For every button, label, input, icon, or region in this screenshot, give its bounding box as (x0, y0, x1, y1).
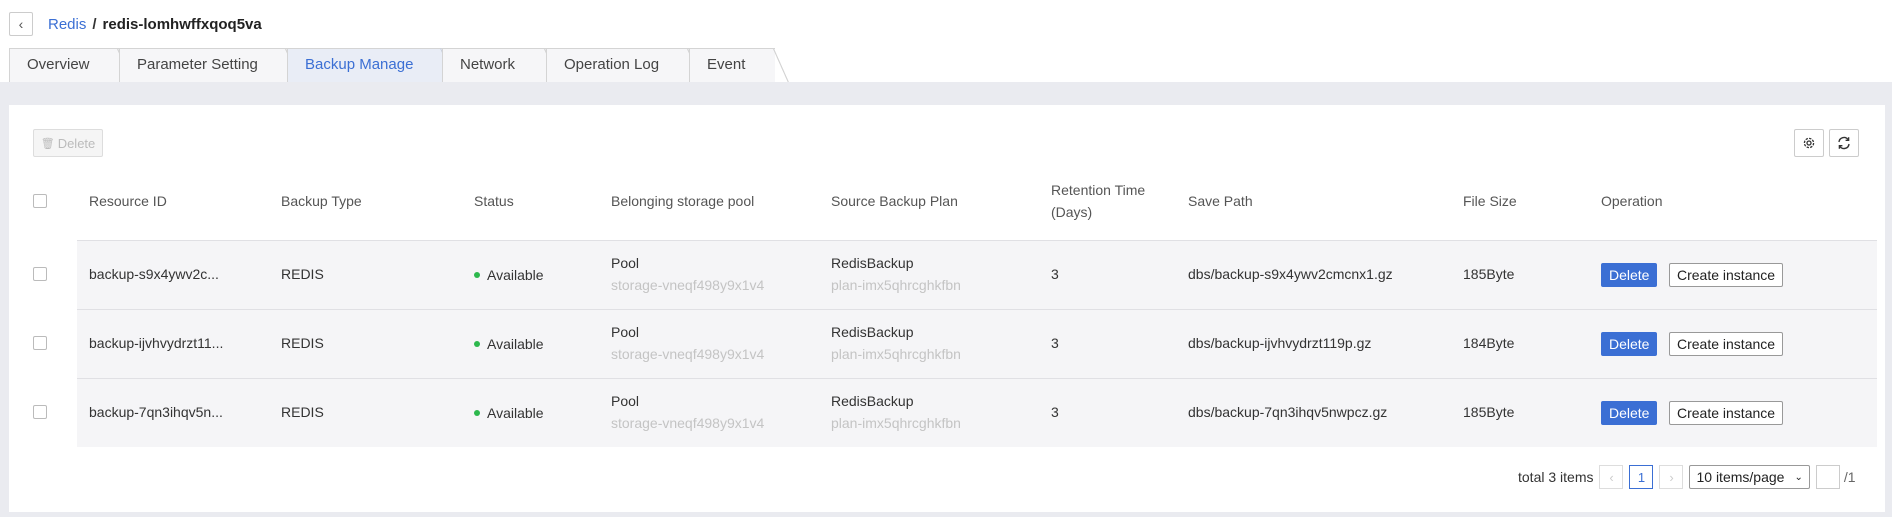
status-badge: Available (474, 267, 544, 283)
resource-id[interactable]: backup-7qn3ihqv5n... (89, 404, 223, 420)
col-operation: Operation (1601, 193, 1663, 209)
col-file-size: File Size (1463, 193, 1517, 209)
delete-button[interactable]: Delete (1601, 332, 1658, 356)
prev-page-button[interactable]: ‹ (1599, 465, 1624, 489)
retention-days: 3 (1051, 335, 1059, 351)
table-row: backup-7qn3ihqv5n... REDIS Available Poo… (77, 378, 1877, 447)
tab-parameter-setting[interactable]: Parameter Setting (119, 48, 301, 84)
select-all-checkbox[interactable] (33, 194, 47, 208)
create-instance-button[interactable]: Create instance (1669, 332, 1784, 356)
retention-days: 3 (1051, 404, 1059, 420)
plan-name: RedisBackup (831, 324, 914, 340)
col-resource-id: Resource ID (89, 193, 167, 209)
breadcrumb-current: redis-lomhwffxqoq5va (102, 15, 262, 33)
page-number-1[interactable]: 1 (1629, 465, 1654, 489)
col-source-backup-plan: Source Backup Plan (831, 193, 958, 209)
tab-backup-manage[interactable]: Backup Manage (287, 48, 456, 84)
backup-type: REDIS (281, 266, 324, 282)
chevron-right-icon: › (1669, 469, 1674, 485)
trash-icon: 🗑 (40, 137, 55, 150)
breadcrumb-separator: / (92, 15, 97, 33)
breadcrumb-parent-link[interactable]: Redis (48, 16, 86, 33)
backup-list-panel: 🗑 Delete Resource ID Backup Type Status … (9, 105, 1885, 512)
pagination: total 3 items ‹ 1 › 10 items/page ⌄ /1 (1518, 465, 1856, 489)
pool-name: Pool (611, 393, 640, 409)
gear-icon (1803, 137, 1815, 149)
backup-type: REDIS (281, 335, 324, 351)
tab-overview[interactable]: Overview (9, 48, 133, 84)
plan-id: plan-imx5qhrcghkfbn (831, 415, 961, 431)
table-row: backup-ijvhvydrzt11... REDIS Available P… (77, 309, 1877, 378)
plan-id: plan-imx5qhrcghkfbn (831, 346, 961, 362)
row-checkbox[interactable] (33, 267, 47, 281)
col-status: Status (474, 193, 514, 209)
tab-operation-log[interactable]: Operation Log (546, 48, 703, 84)
save-path: dbs/backup-s9x4ywv2cmcnx1.gz (1188, 266, 1393, 282)
col-backup-type: Backup Type (281, 193, 362, 209)
create-instance-button[interactable]: Create instance (1669, 401, 1784, 425)
col-retention-time: Retention Time (Days) (1051, 182, 1146, 220)
refresh-button[interactable] (1829, 129, 1859, 157)
status-dot (474, 272, 480, 279)
file-size: 185Byte (1463, 404, 1515, 420)
pool-id: storage-vneqf498y9x1v4 (611, 277, 765, 293)
file-size: 185Byte (1463, 266, 1515, 282)
retention-days: 3 (1051, 266, 1059, 282)
breadcrumb: ‹ Redis / redis-lomhwffxqoq5va (0, 0, 1892, 48)
col-storage-pool: Belonging storage pool (611, 193, 755, 209)
row-checkbox[interactable] (33, 405, 47, 419)
plan-name: RedisBackup (831, 255, 914, 271)
status-dot (474, 341, 480, 348)
chevron-left-icon: ‹ (1609, 469, 1614, 485)
pool-name: Pool (611, 324, 640, 340)
delete-button[interactable]: Delete (1601, 401, 1658, 425)
plan-name: RedisBackup (831, 393, 914, 409)
delete-button[interactable]: Delete (1601, 263, 1658, 287)
pool-name: Pool (611, 255, 640, 271)
status-badge: Available (474, 405, 544, 421)
resource-id[interactable]: backup-ijvhvydrzt11... (89, 335, 223, 351)
status-badge: Available (474, 336, 544, 352)
backup-type: REDIS (281, 404, 324, 420)
file-size: 184Byte (1463, 335, 1515, 351)
tab-network[interactable]: Network (442, 48, 560, 84)
create-instance-button[interactable]: Create instance (1669, 263, 1784, 287)
save-path: dbs/backup-ijvhvydrzt119p.gz (1188, 335, 1372, 351)
tab-event[interactable]: Event (689, 48, 789, 84)
resource-id[interactable]: backup-s9x4ywv2c... (89, 266, 219, 282)
plan-id: plan-imx5qhrcghkfbn (831, 277, 961, 293)
total-items: total 3 items (1518, 469, 1594, 485)
row-checkbox[interactable] (33, 336, 47, 350)
chevron-left-icon: ‹ (18, 16, 24, 32)
table-row: backup-s9x4ywv2c... REDIS Available Pool… (77, 240, 1877, 309)
save-path: dbs/backup-7qn3ihqv5nwpcz.gz (1188, 404, 1388, 420)
batch-delete-button[interactable]: 🗑 Delete (33, 129, 103, 157)
refresh-icon (1838, 136, 1850, 150)
total-pages: /1 (1843, 469, 1856, 485)
pool-id: storage-vneqf498y9x1v4 (611, 415, 765, 431)
pool-id: storage-vneqf498y9x1v4 (611, 346, 765, 362)
col-save-path: Save Path (1188, 193, 1253, 209)
status-dot (474, 410, 480, 417)
back-button[interactable]: ‹ (9, 12, 33, 36)
table-header: Resource ID Backup Type Status Belonging… (9, 168, 1885, 234)
page-size-select[interactable]: 10 items/page ⌄ (1689, 465, 1810, 489)
chevron-down-icon: ⌄ (1794, 471, 1803, 483)
tab-bar: Overview Parameter Setting Backup Manage… (0, 48, 1892, 84)
column-settings-button[interactable] (1794, 129, 1824, 157)
next-page-button[interactable]: › (1659, 465, 1684, 489)
page-jump-input[interactable] (1815, 465, 1840, 489)
